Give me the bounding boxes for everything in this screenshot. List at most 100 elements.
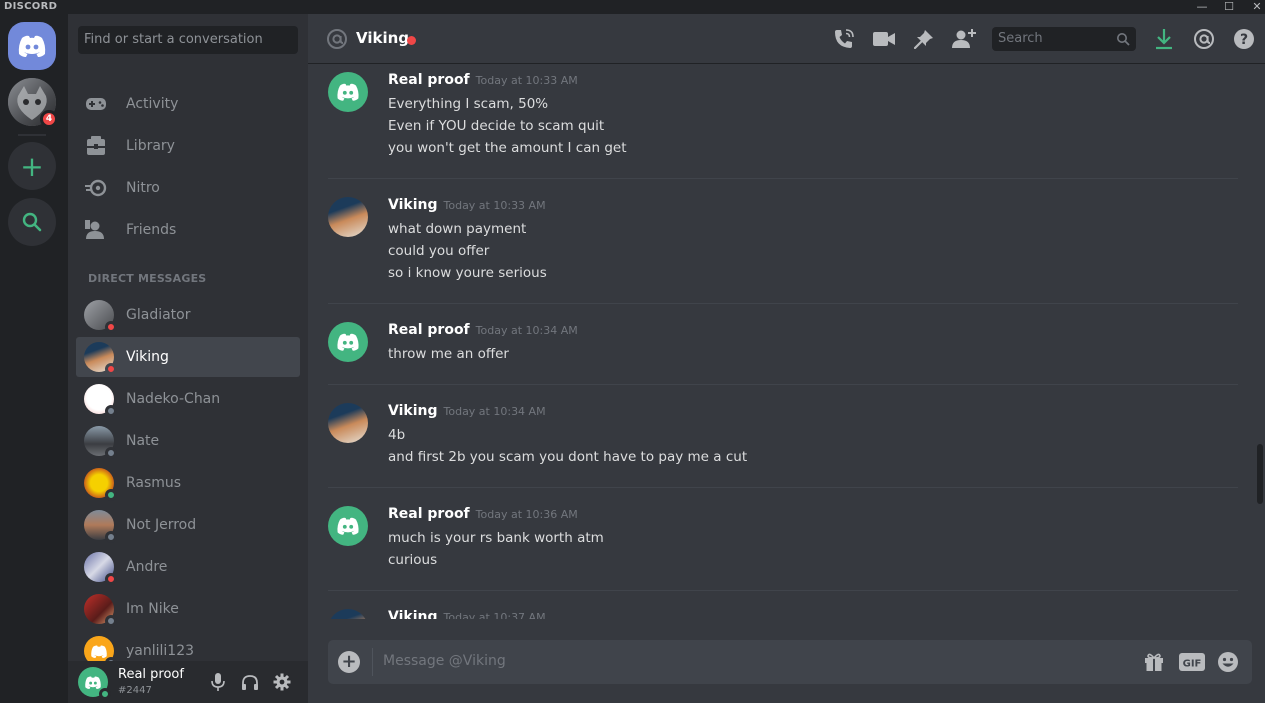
message-divider — [328, 178, 1238, 179]
message-text: what down payment — [388, 221, 527, 237]
mention-badge: 4 — [40, 110, 58, 128]
dm-item-im-nike[interactable]: Im Nike — [76, 589, 300, 629]
dm-item-andre[interactable]: Andre — [76, 547, 300, 587]
avatar — [84, 426, 117, 459]
message-text: much is your rs bank worth atm — [388, 530, 604, 546]
dm-item-viking[interactable]: Viking — [76, 337, 300, 377]
message-text: so i know youre serious — [388, 265, 547, 281]
plus-icon: + — [20, 149, 44, 183]
emoji-icon[interactable] — [1217, 651, 1239, 673]
message-author[interactable]: Viking Today at 10:37 AM — [388, 609, 546, 619]
message-text: you won't get the amount I can get — [388, 140, 627, 156]
avatar[interactable] — [78, 667, 111, 700]
status-online-icon — [105, 489, 117, 501]
avatar[interactable] — [328, 403, 368, 443]
message-divider — [328, 487, 1238, 488]
avatar[interactable] — [328, 322, 368, 362]
discover-button[interactable] — [8, 198, 56, 246]
message-author[interactable]: Real proof Today at 10:33 AM — [388, 72, 578, 88]
message-input[interactable]: Message @Viking — [383, 653, 506, 669]
friends-icon — [84, 218, 108, 242]
voice-call-icon[interactable] — [832, 27, 856, 51]
message-group: Viking Today at 10:33 AM what down paymen… — [328, 189, 1238, 301]
search-input[interactable]: Search — [992, 27, 1136, 51]
gift-icon[interactable] — [1143, 651, 1165, 673]
gif-icon[interactable]: GIF — [1179, 651, 1205, 673]
message-author[interactable]: Viking Today at 10:34 AM — [388, 403, 546, 419]
avatar — [84, 384, 117, 417]
video-call-icon[interactable] — [872, 27, 896, 51]
message-text: could you offer — [388, 243, 490, 259]
message-divider — [328, 303, 1238, 304]
message-author[interactable]: Real proof Today at 10:36 AM — [388, 506, 578, 522]
avatar — [84, 468, 117, 501]
status-offline-icon — [105, 615, 117, 627]
message-divider — [328, 590, 1238, 591]
library-icon — [84, 134, 108, 158]
help-icon[interactable]: ? — [1232, 27, 1256, 51]
status-dnd-icon — [407, 36, 416, 45]
mentions-icon[interactable] — [1192, 27, 1216, 51]
avatar — [84, 552, 117, 585]
svg-text:?: ? — [1240, 32, 1248, 48]
composer-separator — [372, 648, 373, 676]
direct-messages-header: DIRECT MESSAGES — [88, 272, 207, 285]
pin-icon[interactable] — [912, 27, 936, 51]
home-button[interactable] — [8, 22, 56, 70]
dm-item-rasmus[interactable]: Rasmus — [76, 463, 300, 503]
server-icon-cat[interactable]: 4 — [8, 78, 58, 128]
avatar[interactable] — [328, 609, 368, 619]
nav-friends[interactable]: Friends — [76, 210, 300, 250]
close-button[interactable]: ✕ — [1250, 0, 1264, 14]
message-timestamp: Today at 10:37 AM — [443, 611, 546, 619]
message-list[interactable]: Real proof Today at 10:33 AM Everything I… — [308, 64, 1265, 619]
message-author[interactable]: Real proof Today at 10:34 AM — [388, 322, 578, 338]
nav-nitro[interactable]: Nitro — [76, 168, 300, 208]
avatar — [84, 510, 117, 543]
status-offline-icon — [105, 405, 117, 417]
message-timestamp: Today at 10:34 AM — [475, 324, 578, 337]
discord-logo-icon — [85, 675, 101, 689]
dm-item-nate[interactable]: Nate — [76, 421, 300, 461]
headphones-icon[interactable] — [240, 672, 260, 692]
discord-logo-icon — [337, 517, 359, 535]
avatar — [84, 300, 117, 333]
message-text: Even if YOU decide to scam quit — [388, 118, 605, 134]
nitro-icon — [84, 176, 108, 200]
app-brand: DISCORD — [4, 1, 58, 12]
chat-header: Viking Search ? — [308, 14, 1265, 64]
avatar[interactable] — [328, 197, 368, 237]
user-panel: Real proof #2447 — [68, 661, 308, 703]
message-composer[interactable]: + Message @Viking GIF — [328, 640, 1252, 684]
scrollbar[interactable] — [1257, 444, 1263, 504]
username: Real proof — [118, 667, 184, 682]
maximize-button[interactable]: ☐ — [1222, 0, 1236, 14]
add-friend-to-dm-icon[interactable] — [952, 27, 976, 51]
dm-item-nadeko-chan[interactable]: Nadeko-Chan — [76, 379, 300, 419]
svg-text:GIF: GIF — [1183, 659, 1202, 670]
minimize-button[interactable]: — — [1195, 0, 1209, 14]
channel-name: Viking — [356, 29, 410, 47]
upload-plus-icon[interactable]: + — [338, 651, 360, 673]
gear-icon[interactable] — [272, 672, 292, 692]
discord-logo-icon — [18, 35, 46, 57]
nav-library[interactable]: Library — [76, 126, 300, 166]
message-author[interactable]: Viking Today at 10:33 AM — [388, 197, 546, 213]
status-offline-icon — [105, 531, 117, 543]
message-timestamp: Today at 10:36 AM — [475, 508, 578, 521]
search-icon — [1117, 33, 1130, 46]
find-conversation-input[interactable]: Find or start a conversation — [78, 26, 298, 54]
message-text: throw me an offer — [388, 346, 509, 362]
avatar[interactable] — [328, 72, 368, 112]
add-server-button[interactable]: + — [8, 142, 56, 190]
microphone-icon[interactable] — [208, 672, 228, 692]
dm-item-gladiator[interactable]: Gladiator — [76, 295, 300, 335]
gamepad-icon — [84, 92, 108, 116]
nav-activity[interactable]: Activity — [76, 84, 300, 124]
message-group: Real proof Today at 10:36 AM much is your… — [328, 498, 1238, 588]
dm-item-not-jerrod[interactable]: Not Jerrod — [76, 505, 300, 545]
download-icon[interactable] — [1152, 27, 1176, 51]
message-text: Everything I scam, 50% — [388, 96, 549, 112]
status-dnd-icon — [105, 573, 117, 585]
avatar[interactable] — [328, 506, 368, 546]
